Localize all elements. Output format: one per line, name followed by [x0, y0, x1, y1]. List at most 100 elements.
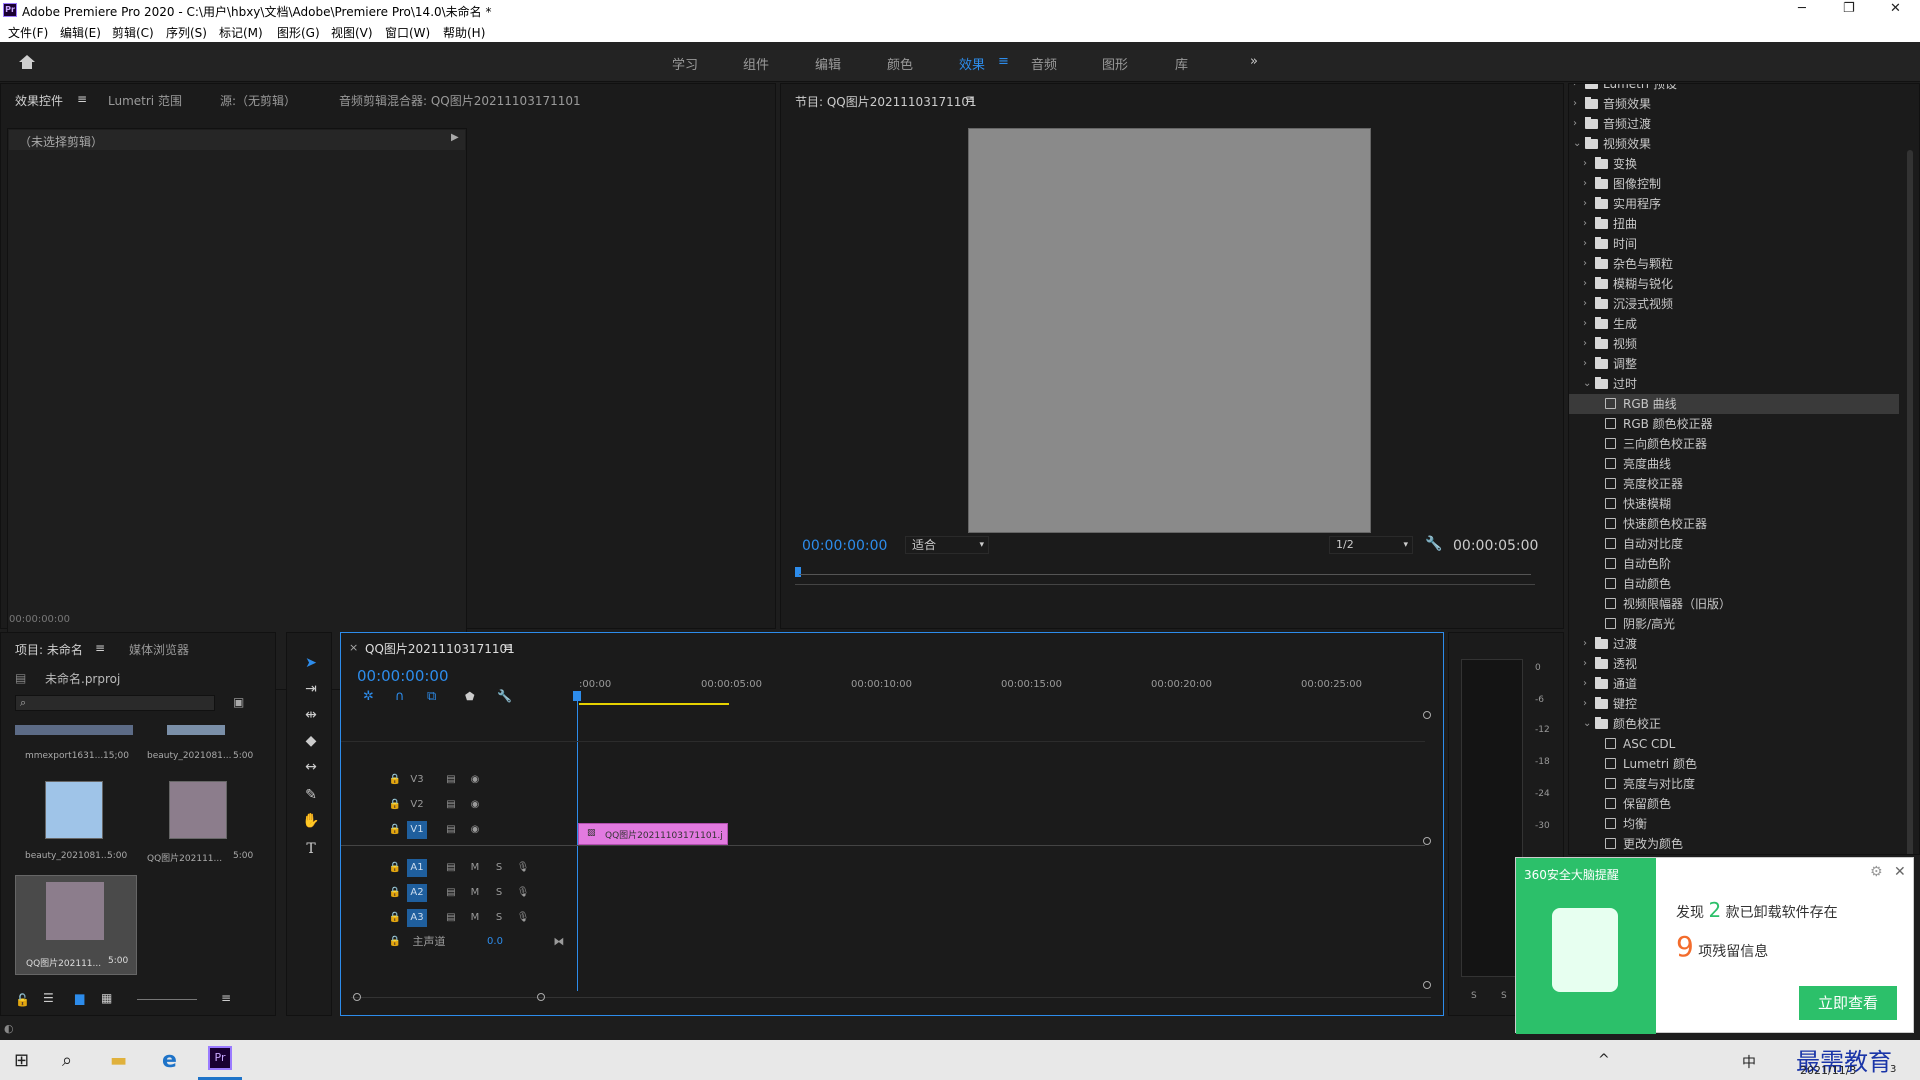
list-view-icon[interactable]: ☰ [43, 991, 54, 1005]
effect-folder[interactable]: › 过渡 [1569, 634, 1899, 654]
eye-icon[interactable]: ◉ [465, 796, 485, 814]
chevron-right-icon[interactable]: › [1583, 274, 1587, 294]
solo-button[interactable]: S [489, 909, 509, 927]
effect-item[interactable]: 视频限幅器（旧版） [1569, 594, 1899, 614]
chevron-right-icon[interactable]: › [1583, 254, 1587, 274]
chevron-right-icon[interactable]: › [1583, 154, 1587, 174]
chevron-right-icon[interactable]: › [1583, 234, 1587, 254]
effect-item[interactable]: 保留颜色 [1569, 794, 1899, 814]
chevron-right-icon[interactable]: › [1583, 174, 1587, 194]
home-icon[interactable] [18, 54, 36, 70]
vscroll-mid[interactable] [1423, 837, 1431, 845]
chevron-right-icon[interactable]: › [1583, 634, 1587, 654]
project-menu-icon[interactable]: ≡ [95, 641, 105, 655]
sync-lock-icon[interactable]: ▤ [441, 909, 461, 927]
chevron-right-icon[interactable]: › [1583, 694, 1587, 714]
solo-button[interactable]: S [489, 859, 509, 877]
effect-item[interactable]: ASC CDL [1569, 734, 1899, 754]
slip-tool-icon[interactable]: ↔ [300, 756, 322, 778]
timeline-ruler[interactable]: :00:00 00:00:05:00 00:00:10:00 00:00:15:… [579, 679, 1429, 693]
menu-window[interactable]: 窗口(W) [385, 24, 430, 41]
go-to-end-icon[interactable]: ⧓ [549, 933, 569, 951]
effect-item[interactable]: 快速颜色校正器 [1569, 514, 1899, 534]
effect-folder[interactable]: ⌄ 视频效果 [1569, 134, 1899, 154]
meter-solo-left[interactable]: S [1471, 991, 1477, 1001]
tab-media-browser[interactable]: 媒体浏览器 [129, 641, 189, 658]
effect-folder[interactable]: › Lumetri 预设 [1569, 84, 1899, 94]
tab-project[interactable]: 项目: 未命名 [15, 641, 83, 658]
effect-item[interactable]: 快速模糊 [1569, 494, 1899, 514]
workspace-graphics[interactable]: 图形 [1102, 54, 1128, 73]
icon-view-icon[interactable]: ▆ [75, 991, 84, 1005]
workspace-effects[interactable]: 效果 [959, 54, 985, 73]
track-label[interactable]: V1 [407, 821, 427, 839]
close-button[interactable]: ✕ [1890, 1, 1901, 16]
timeline-menu-icon[interactable]: ≡ [503, 640, 513, 654]
solo-button[interactable]: S [489, 884, 509, 902]
timeline-zoom-end[interactable] [537, 993, 545, 1001]
effect-item[interactable]: 自动对比度 [1569, 534, 1899, 554]
effect-folder[interactable]: › 音频过渡 [1569, 114, 1899, 134]
effect-folder[interactable]: › 图像控制 [1569, 174, 1899, 194]
quality-dropdown[interactable]: 1/2 ▾ [1329, 536, 1413, 554]
timeline-tab-close[interactable]: × [349, 641, 358, 654]
workspace-menu-icon[interactable]: ≡ [998, 54, 1009, 69]
collapse-arrow-icon[interactable]: ▶ [451, 132, 459, 143]
popup-close-button[interactable]: ✕ [1894, 864, 1906, 880]
program-scrubber[interactable] [795, 565, 1535, 577]
search-icon[interactable]: ⌕ [62, 1050, 72, 1071]
effect-item[interactable]: 三向颜色校正器 [1569, 434, 1899, 454]
minimize-button[interactable]: ─ [1798, 1, 1806, 16]
windows-start-icon[interactable]: ⊞ [14, 1050, 29, 1071]
type-tool-icon[interactable]: T [300, 838, 322, 860]
effect-folder[interactable]: › 模糊与锐化 [1569, 274, 1899, 294]
effect-folder[interactable]: › 生成 [1569, 314, 1899, 334]
chevron-right-icon[interactable]: › [1583, 314, 1587, 334]
chevron-right-icon[interactable]: › [1583, 354, 1587, 374]
effect-folder[interactable]: › 通道 [1569, 674, 1899, 694]
mute-button[interactable]: M [465, 884, 485, 902]
menu-clip[interactable]: 剪辑(C) [112, 24, 154, 41]
notification-badge[interactable]: 3 [1890, 1064, 1896, 1075]
menu-file[interactable]: 文件(F) [8, 24, 48, 41]
workspace-assembly[interactable]: 组件 [743, 54, 769, 73]
timeline-tab[interactable]: QQ图片20211103171101 [365, 640, 515, 657]
effect-item[interactable]: 亮度曲线 [1569, 454, 1899, 474]
track-label[interactable]: A1 [407, 859, 427, 877]
zoom-slider[interactable] [137, 999, 197, 1000]
thumb-qq-1[interactable] [169, 781, 227, 839]
master-value[interactable]: 0.0 [485, 933, 505, 951]
effect-item[interactable]: RGB 曲线 [1569, 394, 1899, 414]
lock-icon[interactable]: 🔒 [385, 909, 405, 927]
lock-icon[interactable]: 🔓 [15, 993, 30, 1007]
lock-icon[interactable]: 🔒 [385, 859, 405, 877]
track-select-tool-icon[interactable]: ⇥ [300, 678, 322, 700]
hand-tool-icon[interactable]: ✋ [300, 810, 322, 832]
timeline-zoom-start[interactable] [353, 993, 361, 1001]
menu-marker[interactable]: 标记(M) [219, 24, 263, 41]
thumb-beauty-1[interactable] [167, 725, 225, 735]
eye-icon[interactable]: ◉ [465, 771, 485, 789]
snap-icon[interactable]: ∩ [395, 689, 405, 704]
effect-folder[interactable]: › 沉浸式视频 [1569, 294, 1899, 314]
more-workspaces-icon[interactable]: » [1250, 54, 1258, 69]
effect-item[interactable]: 均衡 [1569, 814, 1899, 834]
mute-button[interactable]: M [465, 909, 485, 927]
chevron-right-icon[interactable]: › [1573, 94, 1577, 114]
effect-item[interactable]: 自动颜色 [1569, 574, 1899, 594]
ripple-edit-tool-icon[interactable]: ⇹ [300, 704, 322, 726]
effect-item[interactable]: 更改为颜色 [1569, 834, 1899, 854]
effect-folder[interactable]: › 变换 [1569, 154, 1899, 174]
lock-icon[interactable]: 🔒 [385, 771, 405, 789]
work-area-bar[interactable] [579, 703, 729, 705]
program-menu-icon[interactable]: ≡ [965, 92, 975, 106]
workspace-color[interactable]: 颜色 [887, 54, 913, 73]
ime-indicator[interactable]: 中 [1742, 1052, 1756, 1072]
program-timecode[interactable]: 00:00:00:00 [802, 538, 887, 554]
lock-icon[interactable]: 🔒 [385, 884, 405, 902]
vscroll-top[interactable] [1423, 711, 1431, 719]
effect-item[interactable]: 亮度与对比度 [1569, 774, 1899, 794]
chevron-right-icon[interactable]: › [1583, 334, 1587, 354]
thumb-beauty-2[interactable] [45, 781, 103, 839]
track-label[interactable]: A3 [407, 909, 427, 927]
